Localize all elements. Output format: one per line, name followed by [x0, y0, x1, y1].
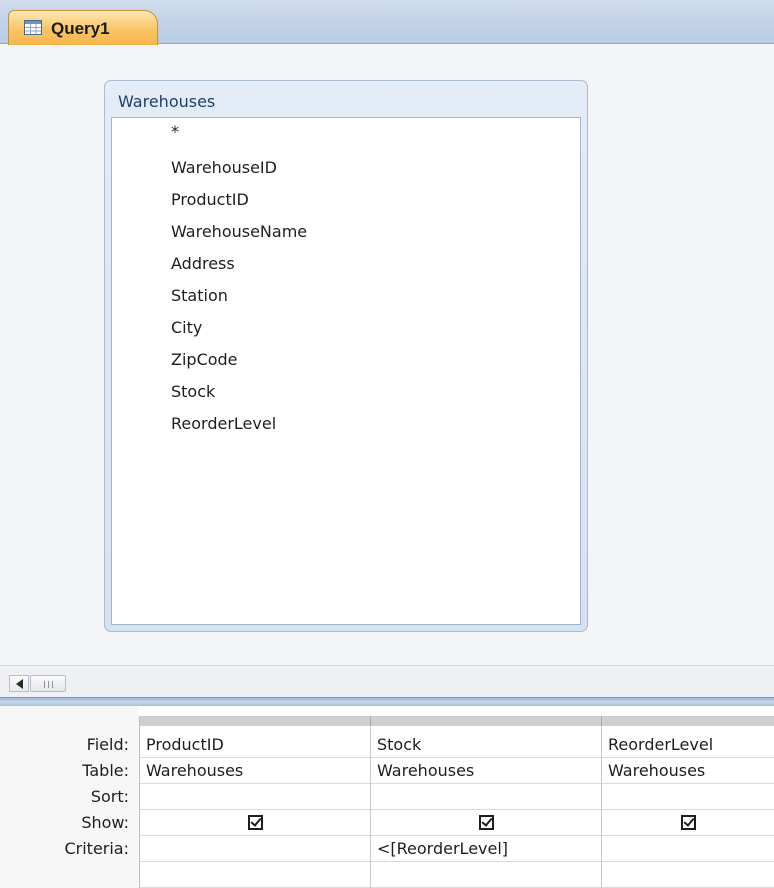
- document-tab-strip: Query1: [0, 0, 774, 45]
- horizontal-scrollbar[interactable]: [0, 665, 774, 697]
- show-cell[interactable]: [371, 810, 601, 836]
- show-cell[interactable]: [602, 810, 774, 836]
- field-warehousename[interactable]: WarehouseName: [171, 220, 307, 244]
- field-all[interactable]: *: [171, 120, 179, 144]
- table-title[interactable]: Warehouses: [118, 92, 215, 111]
- column-selector[interactable]: [371, 716, 602, 726]
- sort-cell[interactable]: [140, 784, 370, 810]
- field-city[interactable]: City: [171, 316, 202, 340]
- field-productid[interactable]: ProductID: [171, 188, 249, 212]
- row-label-field: Field:: [86, 735, 129, 754]
- field-reorderlevel[interactable]: ReorderLevel: [171, 412, 276, 436]
- column-selector[interactable]: [602, 716, 774, 726]
- arrow-left-icon: [15, 678, 23, 689]
- criteria-cell[interactable]: [140, 836, 370, 862]
- scroll-left-button[interactable]: [9, 675, 29, 692]
- grid-column-stock: Stock Warehouses <[ReorderLevel]: [371, 726, 602, 888]
- tab-query1[interactable]: Query1: [8, 10, 158, 45]
- row-labels: Field: Table: Sort: Show: Criteria:: [0, 706, 139, 888]
- field-cell[interactable]: Stock: [371, 732, 601, 758]
- tab-title: Query1: [51, 19, 110, 38]
- grid-column-productid: ProductID Warehouses: [140, 726, 371, 888]
- or-cell[interactable]: [371, 862, 601, 888]
- pane-splitter[interactable]: [0, 697, 774, 706]
- show-checkbox[interactable]: [247, 815, 263, 830]
- grid-columns: ProductID Warehouses Stock Warehouses <[…: [139, 716, 774, 888]
- grid-column-reorderlevel: ReorderLevel Warehouses: [602, 726, 774, 888]
- query-design-icon: [24, 20, 42, 35]
- table-cell[interactable]: Warehouses: [371, 758, 601, 784]
- field-warehouseid[interactable]: WarehouseID: [171, 156, 277, 180]
- or-cell[interactable]: [140, 862, 370, 888]
- table-cell[interactable]: Warehouses: [140, 758, 370, 784]
- show-checkbox[interactable]: [478, 815, 494, 830]
- criteria-cell[interactable]: [602, 836, 774, 862]
- table-cell[interactable]: Warehouses: [602, 758, 774, 784]
- field-cell[interactable]: ProductID: [140, 732, 370, 758]
- show-cell[interactable]: [140, 810, 370, 836]
- show-checkbox[interactable]: [680, 815, 696, 830]
- row-label-show: Show:: [81, 813, 129, 832]
- field-list[interactable]: * WarehouseID ProductID WarehouseName Ad…: [111, 117, 581, 625]
- query-design-canvas[interactable]: Warehouses * WarehouseID ProductID Wareh…: [0, 45, 774, 665]
- field-station[interactable]: Station: [171, 284, 228, 308]
- or-cell[interactable]: [602, 862, 774, 888]
- criteria-cell[interactable]: <[ReorderLevel]: [371, 836, 601, 862]
- field-zipcode[interactable]: ZipCode: [171, 348, 238, 372]
- sort-cell[interactable]: [371, 784, 601, 810]
- grip-icon: [44, 681, 53, 688]
- row-label-criteria: Criteria:: [64, 839, 129, 858]
- field-address[interactable]: Address: [171, 252, 235, 276]
- design-grid: Field: Table: Sort: Show: Criteria: Prod…: [0, 706, 774, 888]
- field-cell[interactable]: ReorderLevel: [602, 732, 774, 758]
- sort-cell[interactable]: [602, 784, 774, 810]
- table-field-list-warehouses[interactable]: Warehouses * WarehouseID ProductID Wareh…: [104, 80, 588, 632]
- column-selector[interactable]: [140, 716, 371, 726]
- row-label-sort: Sort:: [90, 787, 129, 806]
- row-label-table: Table:: [82, 761, 129, 780]
- scroll-thumb[interactable]: [30, 675, 66, 692]
- field-stock[interactable]: Stock: [171, 380, 215, 404]
